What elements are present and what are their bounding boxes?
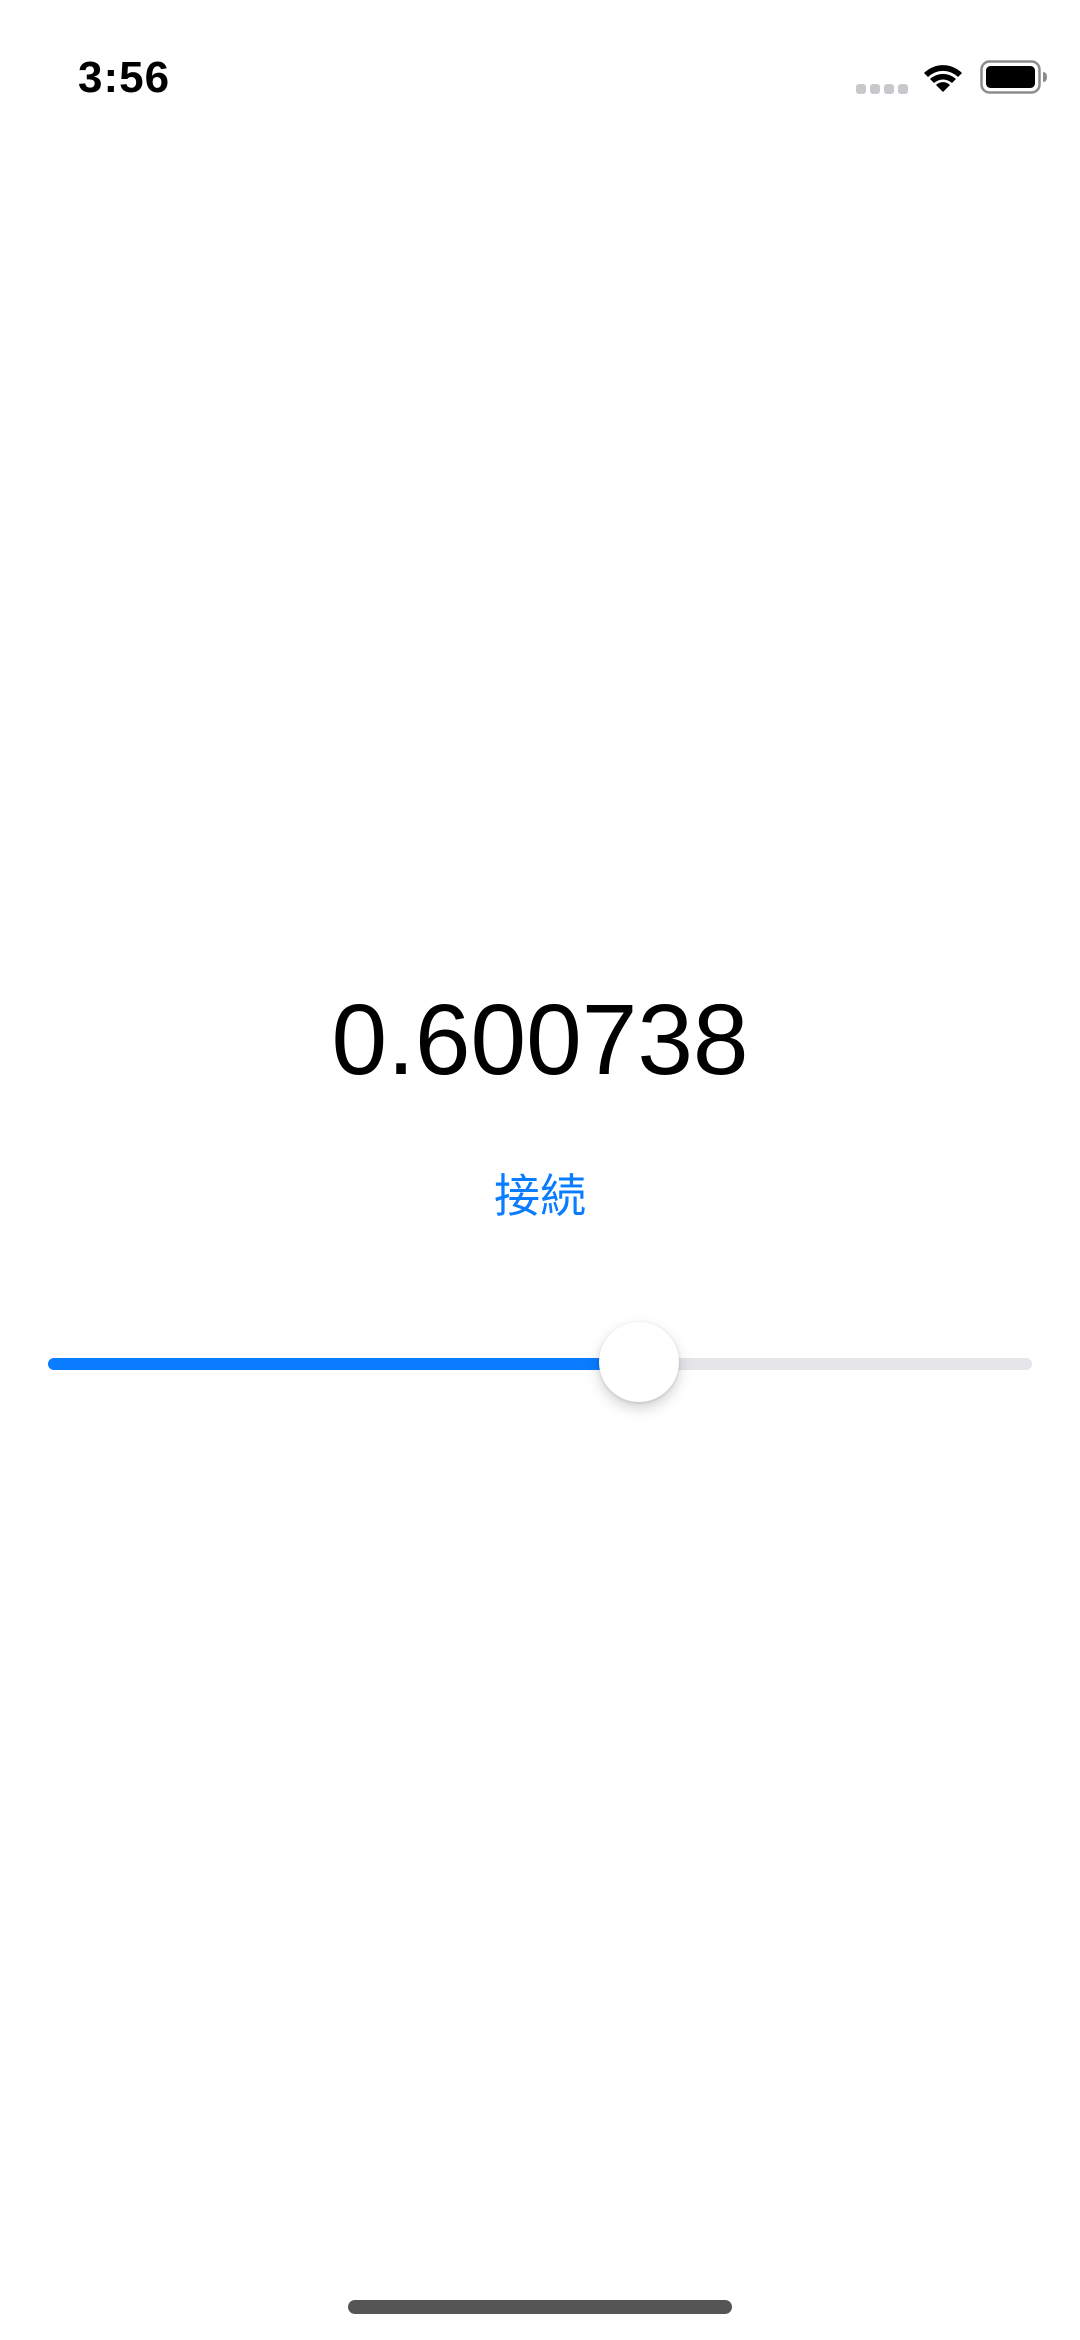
status-bar: 3:56: [0, 0, 1080, 130]
value-label: 0.600738: [331, 984, 749, 1096]
wifi-icon: [924, 65, 962, 92]
value-slider[interactable]: [48, 1318, 1032, 1408]
battery-icon: [980, 60, 1047, 94]
cellular-signal-icon: [856, 84, 908, 94]
home-indicator: [348, 2300, 732, 2314]
status-time: 3:56: [78, 53, 171, 102]
slider-thumb[interactable]: [599, 1322, 679, 1402]
connect-button[interactable]: 接続: [440, 1160, 640, 1232]
slider-fill: [48, 1358, 639, 1370]
